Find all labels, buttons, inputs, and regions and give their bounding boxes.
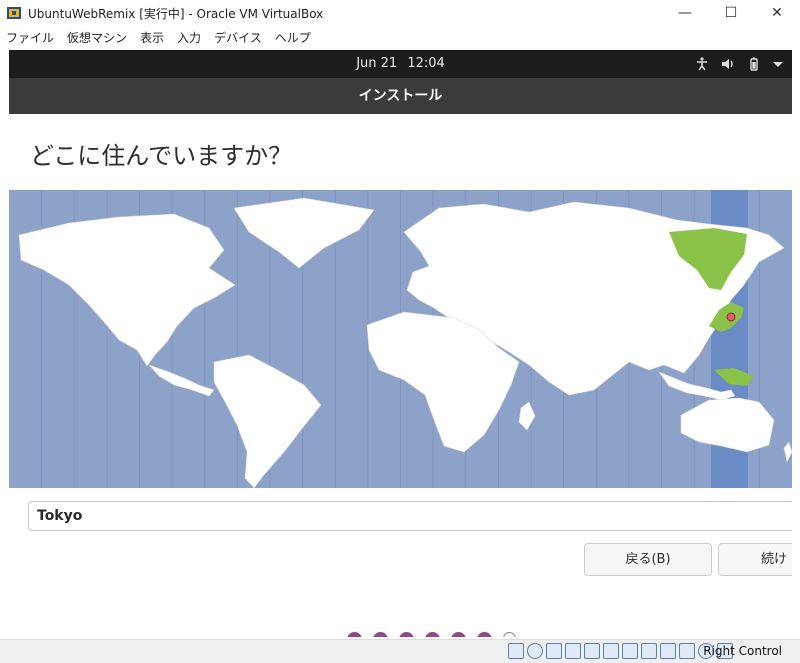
- installer-progress-dots: [347, 632, 516, 637]
- minimize-button[interactable]: —: [662, 0, 708, 26]
- installer-headerbar: インストール: [9, 78, 792, 114]
- vm-screen: Jun 21 12:04 インストール どこに住んでいますか？ Tokyo 戻る…: [9, 50, 792, 637]
- recording-icon[interactable]: [641, 643, 657, 659]
- timezone-input[interactable]: [28, 501, 792, 531]
- network-icon[interactable]: [565, 643, 581, 659]
- timezone-world-map[interactable]: [9, 190, 792, 488]
- volume-icon: [722, 59, 733, 69]
- progress-dot: [477, 632, 492, 637]
- menu-input[interactable]: 入力: [171, 29, 208, 46]
- continue-button[interactable]: 続け: [718, 543, 792, 576]
- progress-dot: [425, 632, 440, 637]
- cpu-icon[interactable]: [660, 643, 676, 659]
- location-question-heading: どこに住んでいますか？: [30, 142, 293, 170]
- menu-help[interactable]: ヘルプ: [269, 29, 318, 46]
- system-tray[interactable]: [694, 50, 784, 78]
- status-icons: [508, 643, 733, 659]
- battery-icon: [750, 57, 758, 71]
- menu-devices[interactable]: デバイス: [208, 29, 269, 46]
- menu-machine[interactable]: 仮想マシン: [61, 29, 134, 46]
- menubar: ファイル 仮想マシン 表示 入力 デバイス ヘルプ: [0, 26, 800, 48]
- optical-drive-icon[interactable]: [527, 643, 543, 659]
- progress-dot: [347, 632, 362, 637]
- window-title: UbuntuWebRemix [実行中] - Oracle VM Virtual…: [28, 6, 324, 21]
- window-controls: — ☐ ✕: [662, 0, 800, 26]
- menu-file[interactable]: ファイル: [0, 29, 61, 46]
- display-icon[interactable]: [622, 643, 638, 659]
- audio-icon[interactable]: [546, 643, 562, 659]
- clock-time: 12:04: [407, 56, 445, 71]
- virtualization-icon[interactable]: [679, 643, 695, 659]
- shared-folder-icon[interactable]: [603, 643, 619, 659]
- usb-icon[interactable]: [584, 643, 600, 659]
- accessibility-icon: [697, 57, 707, 71]
- progress-dot-current: [503, 632, 516, 637]
- hard-disk-icon[interactable]: [508, 643, 524, 659]
- menu-view[interactable]: 表示: [134, 29, 171, 46]
- host-key-label: Right Control: [703, 644, 782, 658]
- back-button[interactable]: 戻る(B): [584, 543, 712, 576]
- gnome-topbar: Jun 21 12:04: [9, 50, 792, 78]
- system-menu-chevron-down-icon: [773, 62, 783, 67]
- virtualbox-logo-icon: [7, 7, 21, 19]
- close-button[interactable]: ✕: [754, 0, 800, 26]
- window-titlebar: UbuntuWebRemix [実行中] - Oracle VM Virtual…: [0, 0, 800, 26]
- clock[interactable]: Jun 21 12:04: [9, 50, 792, 78]
- progress-dot: [373, 632, 388, 637]
- selected-location-pin-icon: [726, 312, 736, 322]
- vbox-statusbar: Right Control: [0, 639, 800, 663]
- maximize-button[interactable]: ☐: [708, 0, 754, 26]
- progress-dot: [451, 632, 466, 637]
- progress-dot: [399, 632, 414, 637]
- clock-date: Jun 21: [356, 56, 398, 71]
